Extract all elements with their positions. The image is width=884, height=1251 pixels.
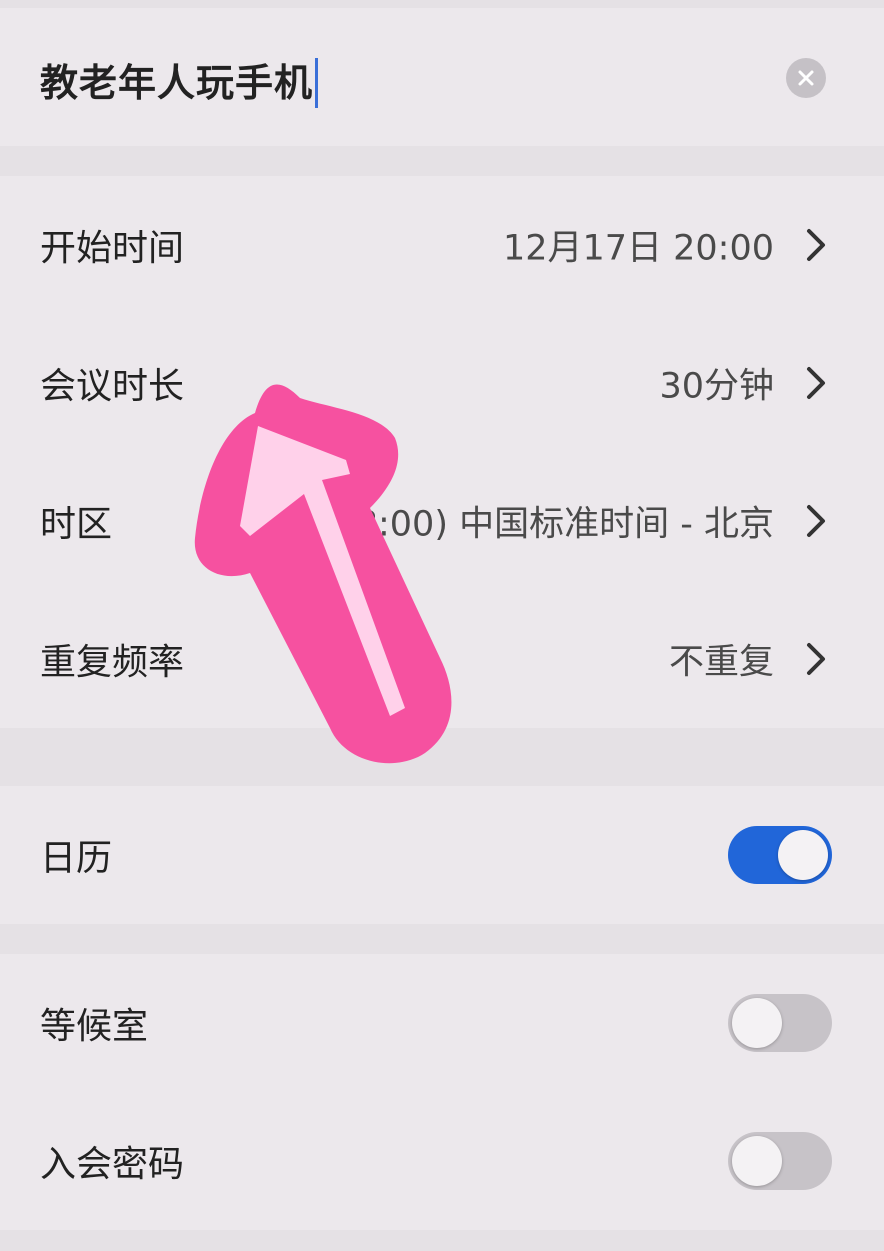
- chevron-right-icon: [807, 229, 825, 261]
- start-time-row[interactable]: 开始时间 12月17日 20:00: [0, 176, 884, 314]
- start-time-value: 12月17日 20:00: [502, 228, 774, 269]
- calendar-toggle[interactable]: [728, 826, 832, 884]
- start-time-label: 开始时间: [40, 228, 185, 269]
- toggle-knob: [778, 830, 828, 880]
- calendar-row: 日历: [0, 786, 884, 924]
- waiting-room-row: 等候室: [0, 954, 884, 1092]
- meeting-password-toggle[interactable]: [728, 1132, 832, 1190]
- toggle-knob: [732, 998, 782, 1048]
- waiting-room-toggle[interactable]: [728, 994, 832, 1052]
- repeat-value: 不重复: [668, 642, 774, 683]
- repeat-label: 重复频率: [40, 642, 185, 683]
- meeting-title-text: 教老年人玩手机: [40, 61, 314, 105]
- clear-x-icon: [798, 70, 814, 86]
- arrow-up-annotation-icon: [194, 384, 452, 764]
- meeting-title-input[interactable]: 教老年人玩手机: [40, 52, 319, 108]
- chevron-right-icon: [807, 505, 825, 537]
- duration-label: 会议时长: [40, 366, 185, 407]
- toggle-knob: [732, 1136, 782, 1186]
- calendar-label: 日历: [40, 838, 113, 879]
- calendar-group: 日历: [0, 786, 884, 924]
- timezone-label: 时区: [40, 504, 113, 545]
- chevron-right-icon: [807, 643, 825, 675]
- meeting-password-row: 入会密码: [0, 1092, 884, 1230]
- text-caret: [315, 57, 319, 108]
- meeting-password-label: 入会密码: [40, 1144, 185, 1185]
- chevron-right-icon: [807, 367, 825, 399]
- clear-title-button[interactable]: [786, 58, 826, 98]
- waiting-room-label: 等候室: [40, 1006, 149, 1047]
- security-group: 等候室 入会密码: [0, 954, 884, 1230]
- duration-value: 30分钟: [659, 366, 774, 407]
